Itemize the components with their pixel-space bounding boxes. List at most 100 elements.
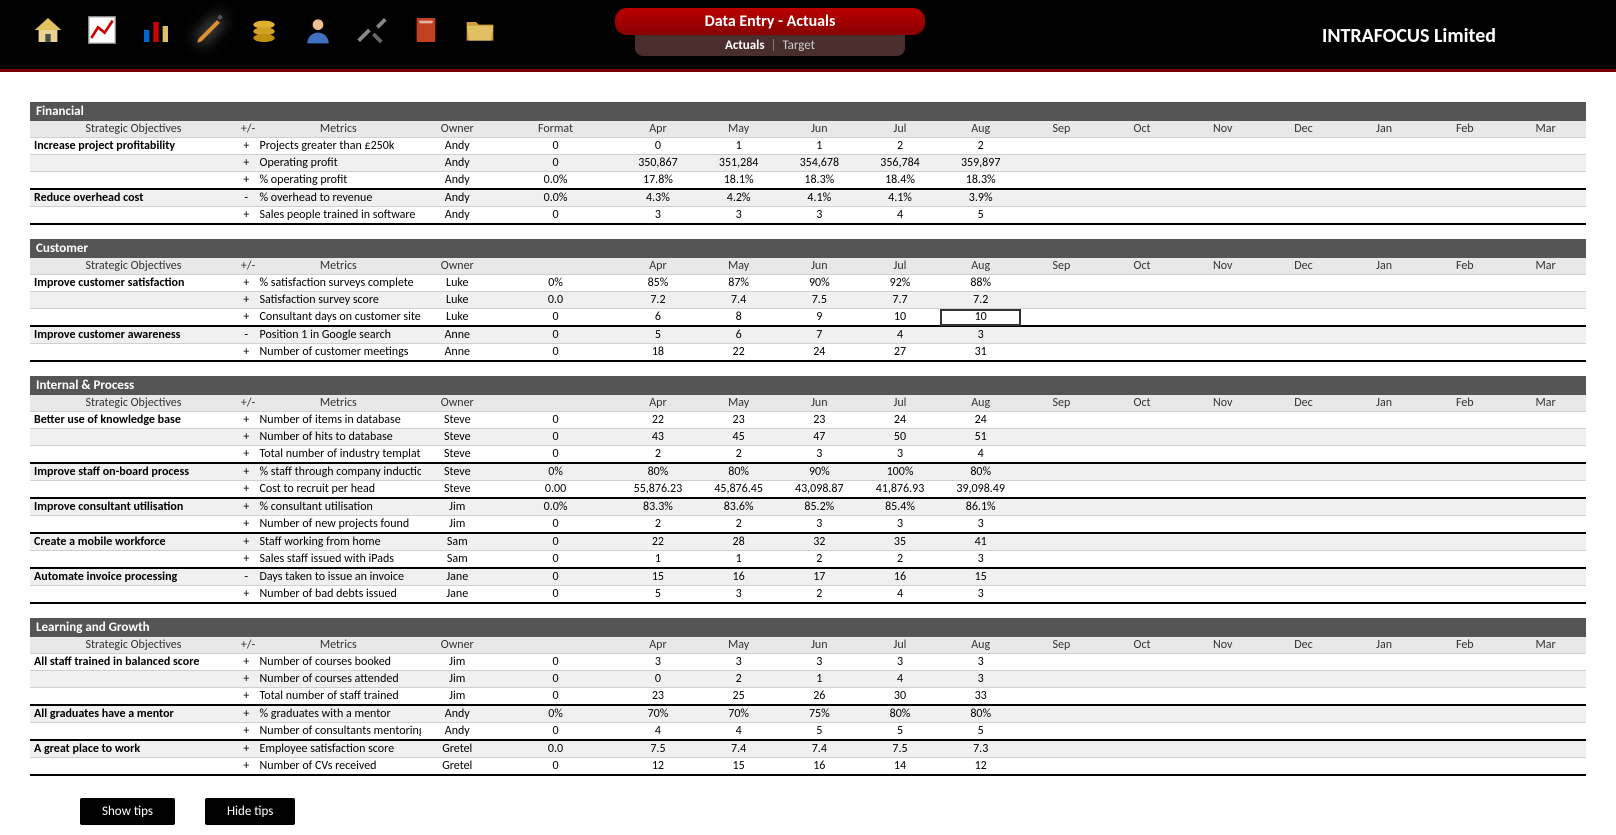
value-cell[interactable]: 351,284: [698, 155, 779, 172]
value-cell[interactable]: [1424, 516, 1505, 534]
value-cell[interactable]: 17.8%: [618, 172, 699, 190]
value-cell[interactable]: [1021, 586, 1102, 604]
value-cell[interactable]: 4: [860, 586, 941, 604]
value-cell[interactable]: 4.3%: [618, 189, 699, 207]
value-cell[interactable]: [1505, 189, 1586, 207]
value-cell[interactable]: [1102, 654, 1183, 671]
value-cell[interactable]: 45: [698, 429, 779, 446]
value-cell[interactable]: [1263, 207, 1344, 225]
value-cell[interactable]: 4: [618, 723, 699, 741]
value-cell[interactable]: [1505, 568, 1586, 586]
value-cell[interactable]: [1344, 586, 1425, 604]
value-cell[interactable]: [1102, 498, 1183, 516]
chart-line-icon[interactable]: [84, 12, 120, 48]
value-cell[interactable]: 359,897: [940, 155, 1021, 172]
value-cell[interactable]: [1102, 292, 1183, 309]
value-cell[interactable]: [1021, 758, 1102, 776]
value-cell[interactable]: 22: [698, 344, 779, 362]
value-cell[interactable]: 18.3%: [940, 172, 1021, 190]
value-cell[interactable]: [1263, 412, 1344, 429]
value-cell[interactable]: 4: [860, 671, 941, 688]
value-cell[interactable]: [1182, 189, 1263, 207]
value-cell[interactable]: 5: [940, 723, 1021, 741]
value-cell[interactable]: 4.2%: [698, 189, 779, 207]
value-cell[interactable]: [1263, 740, 1344, 758]
value-cell[interactable]: [1102, 412, 1183, 429]
value-cell[interactable]: [1182, 481, 1263, 499]
value-cell[interactable]: [1344, 481, 1425, 499]
value-cell[interactable]: [1344, 412, 1425, 429]
value-cell[interactable]: [1182, 533, 1263, 551]
value-cell[interactable]: 2: [779, 586, 860, 604]
value-cell[interactable]: [1102, 758, 1183, 776]
value-cell[interactable]: [1424, 671, 1505, 688]
value-cell[interactable]: [1182, 688, 1263, 706]
folder-icon[interactable]: [462, 12, 498, 48]
value-cell[interactable]: [1263, 172, 1344, 190]
value-cell[interactable]: 3: [618, 207, 699, 225]
value-cell[interactable]: [1344, 723, 1425, 741]
value-cell[interactable]: [1021, 688, 1102, 706]
value-cell[interactable]: 27: [860, 344, 941, 362]
value-cell[interactable]: 7.4: [779, 740, 860, 758]
value-cell[interactable]: 43: [618, 429, 699, 446]
value-cell[interactable]: [1263, 533, 1344, 551]
value-cell[interactable]: 15: [940, 568, 1021, 586]
value-cell[interactable]: [1102, 189, 1183, 207]
value-cell[interactable]: 51: [940, 429, 1021, 446]
value-cell[interactable]: [1344, 326, 1425, 344]
value-cell[interactable]: [1344, 463, 1425, 481]
value-cell[interactable]: 3: [860, 654, 941, 671]
value-cell[interactable]: [1021, 568, 1102, 586]
value-cell[interactable]: [1102, 155, 1183, 172]
value-cell[interactable]: [1102, 688, 1183, 706]
value-cell[interactable]: 83.6%: [698, 498, 779, 516]
value-cell[interactable]: [1263, 309, 1344, 327]
value-cell[interactable]: [1424, 568, 1505, 586]
value-cell[interactable]: 3: [940, 654, 1021, 671]
value-cell[interactable]: 80%: [618, 463, 699, 481]
value-cell[interactable]: [1505, 309, 1586, 327]
value-cell[interactable]: [1505, 481, 1586, 499]
value-cell[interactable]: 87%: [698, 275, 779, 292]
value-cell[interactable]: 24: [860, 412, 941, 429]
value-cell[interactable]: 85.2%: [779, 498, 860, 516]
value-cell[interactable]: [1424, 463, 1505, 481]
value-cell[interactable]: [1263, 498, 1344, 516]
value-cell[interactable]: [1505, 688, 1586, 706]
value-cell[interactable]: [1505, 705, 1586, 723]
value-cell[interactable]: 30: [860, 688, 941, 706]
value-cell[interactable]: [1424, 654, 1505, 671]
value-cell[interactable]: 1: [618, 551, 699, 569]
value-cell[interactable]: 10: [860, 309, 941, 327]
value-cell[interactable]: [1102, 446, 1183, 464]
value-cell[interactable]: [1263, 155, 1344, 172]
value-cell[interactable]: 90%: [779, 463, 860, 481]
value-cell[interactable]: 2: [618, 446, 699, 464]
value-cell[interactable]: 2: [618, 516, 699, 534]
value-cell[interactable]: [1424, 172, 1505, 190]
value-cell[interactable]: [1263, 292, 1344, 309]
value-cell[interactable]: 45,876.45: [698, 481, 779, 499]
value-cell[interactable]: 3: [940, 586, 1021, 604]
value-cell[interactable]: [1424, 705, 1505, 723]
value-cell[interactable]: 4: [860, 207, 941, 225]
value-cell[interactable]: [1102, 551, 1183, 569]
value-cell[interactable]: 5: [618, 326, 699, 344]
value-cell[interactable]: [1424, 429, 1505, 446]
value-cell[interactable]: 22: [618, 412, 699, 429]
value-cell[interactable]: 3: [940, 671, 1021, 688]
value-cell[interactable]: [1344, 172, 1425, 190]
value-cell[interactable]: [1263, 654, 1344, 671]
value-cell[interactable]: [1182, 155, 1263, 172]
value-cell[interactable]: [1021, 463, 1102, 481]
value-cell[interactable]: 2: [779, 551, 860, 569]
value-cell[interactable]: 5: [618, 586, 699, 604]
value-cell[interactable]: [1424, 688, 1505, 706]
value-cell[interactable]: [1021, 705, 1102, 723]
value-cell[interactable]: [1505, 723, 1586, 741]
value-cell[interactable]: 3: [698, 207, 779, 225]
value-cell[interactable]: 7: [779, 326, 860, 344]
value-cell[interactable]: 3: [779, 446, 860, 464]
value-cell[interactable]: [1505, 463, 1586, 481]
